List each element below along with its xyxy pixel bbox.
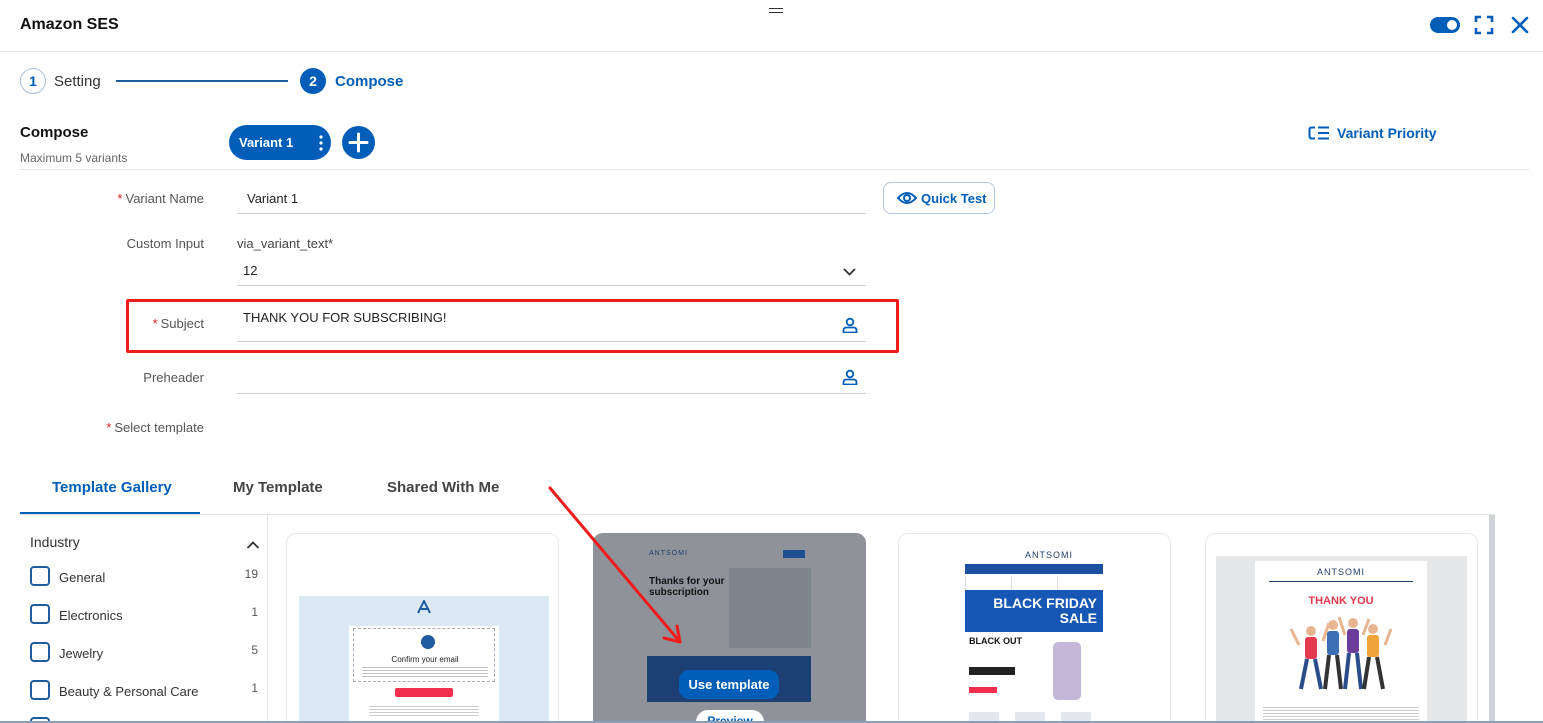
checkbox[interactable] [30,604,50,624]
filter-count: 1 [251,681,258,695]
celebration-illustration [1289,615,1393,697]
template-card-black-friday[interactable]: ANTSOMI BLACK FRIDAY SALE BLACK OUT [898,533,1171,723]
use-template-button[interactable]: Use template [679,670,779,699]
template-gallery: Confirm your email ANTSOMI Thanks for yo… [268,515,1495,723]
filter-label: Electronics [59,608,123,623]
add-variant-button[interactable] [342,126,375,159]
hero-text: BLACK FRIDAY SALE [993,595,1097,626]
step-2-label[interactable]: Compose [335,73,403,90]
filter-label: General [59,570,106,585]
industry-filter-title: Industry [30,534,80,550]
toggle-switch[interactable] [1430,17,1460,33]
filter-item-general[interactable]: General 19 [30,566,260,588]
step-1-label[interactable]: Setting [54,73,101,90]
priority-list-icon [1308,125,1330,141]
custom-input-value: 12 [243,263,258,278]
checkbox[interactable] [30,642,50,662]
brand-logo: ANTSOMI [1316,567,1365,577]
checkbox[interactable] [30,566,50,586]
quick-test-label: Quick Test [921,191,987,206]
brand-logo: ANTSOMI [1024,550,1073,560]
step-connector [116,80,288,82]
header: Amazon SES [0,0,1543,52]
subject-highlight [126,299,899,353]
filter-count: 5 [251,643,258,657]
phone-image [1053,642,1081,700]
select-template-label: * Select template [106,420,204,435]
template-title: Confirm your email [391,655,459,664]
promo-text: BLACK OUT [969,636,1022,646]
variant-tab-label: Variant 1 [239,135,294,150]
template-card-thank-you[interactable]: ANTSOMI THANK YOU [1205,533,1478,723]
filter-count: 19 [244,567,258,581]
tab-my-template[interactable]: My Template [233,479,323,496]
plus-icon [348,132,369,153]
check-badge-icon [421,635,435,649]
filter-item-beauty-personal-care[interactable]: Beauty & Personal Care 1 [30,680,260,702]
filter-count: 1 [251,605,258,619]
gallery-scrollbar[interactable] [1489,515,1495,723]
template-title: THANK YOU [1308,595,1374,607]
filter-item-electronics[interactable]: Electronics 1 [30,604,260,626]
quick-test-button[interactable]: Quick Test [883,182,995,214]
filter-item-jewelry[interactable]: Jewelry 5 [30,642,260,664]
close-icon[interactable] [1509,14,1531,36]
step-2-number[interactable]: 2 [300,68,326,94]
custom-input-select[interactable]: 12 [237,254,866,286]
personalization-icon[interactable] [842,369,858,386]
custom-input-label: Custom Input [126,236,204,251]
preheader-label: Preheader [143,370,204,385]
divider [20,169,1529,170]
annotation-arrow [548,486,682,644]
compose-subtitle: Maximum 5 variants [20,151,128,165]
confirm-button-preview [395,688,453,697]
app-title: Amazon SES [20,16,119,33]
step-1-number[interactable]: 1 [20,68,46,94]
more-options-icon[interactable] [319,135,323,151]
eye-icon [896,191,918,205]
variant-priority-label: Variant Priority [1337,125,1437,141]
variant-tab[interactable]: Variant 1 [229,125,331,160]
template-thumbnail: ANTSOMI THANK YOU [1255,561,1427,723]
checkbox[interactable] [30,680,50,700]
filter-label: Beauty & Personal Care [59,684,199,699]
template-thumbnail: ANTSOMI BLACK FRIDAY SALE BLACK OUT [949,544,1149,723]
filter-label: Jewelry [59,646,104,661]
preheader-input[interactable] [237,361,866,394]
tab-template-gallery[interactable]: Template Gallery [52,479,172,496]
template-thumbnail: Confirm your email [299,596,549,723]
custom-input-caption: via_variant_text* [237,236,334,251]
compose-title: Compose [20,124,89,141]
chevron-down-icon[interactable] [843,264,856,279]
photo-image [729,568,811,648]
email-preview: Confirm your email [349,626,499,723]
stepper: 1 Setting 2 Compose [20,68,520,94]
tab-shared-with-me[interactable]: Shared With Me [387,479,499,496]
variant-name-field[interactable]: Variant 1 [237,183,866,214]
template-tabs: Template Gallery My Template Shared With… [20,470,540,515]
logo-icon [417,598,431,614]
fullscreen-icon[interactable] [1473,14,1495,36]
filter-panel: Industry General 19 Electronics 1 Jewelr… [20,515,268,723]
template-card-confirm-email[interactable]: Confirm your email [286,533,559,723]
variant-name-value: Variant 1 [247,191,299,206]
variant-name-label: * Variant Name [117,191,204,206]
chevron-up-icon[interactable] [246,537,260,549]
